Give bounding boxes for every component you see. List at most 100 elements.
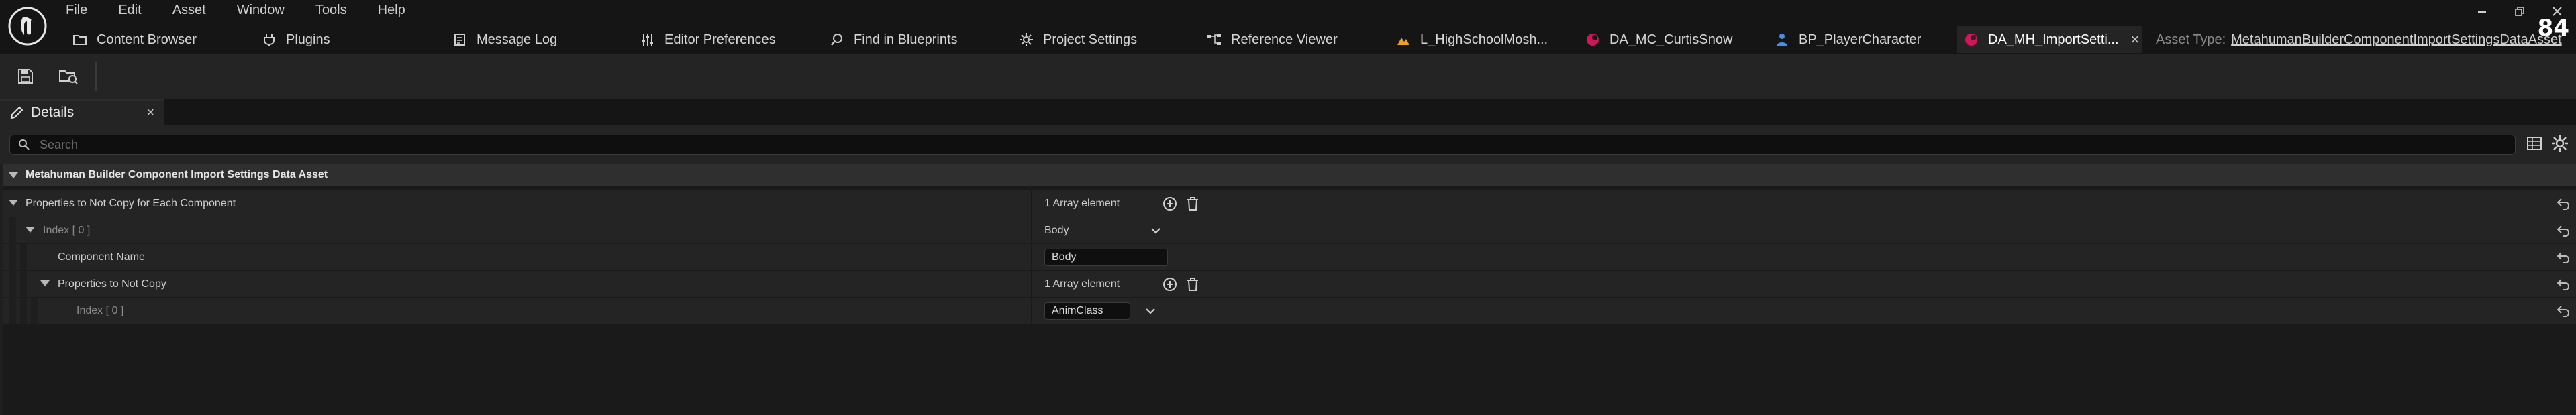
property-value: Body (1044, 244, 1168, 271)
tab-bp-playercharacter[interactable]: BP_PlayerCharacter (1775, 26, 1921, 53)
toolbar-separator (95, 62, 97, 91)
menu-file[interactable]: File (66, 3, 87, 18)
indent-guide (9, 298, 16, 324)
search-icon (831, 34, 842, 46)
gear-icon (1020, 33, 1033, 46)
property-matrix-icon[interactable] (2526, 135, 2542, 152)
minimize-button[interactable] (2463, 0, 2501, 23)
indent-guide (20, 298, 27, 324)
save-button[interactable] (12, 63, 39, 90)
tab-label: BP_PlayerCharacter (1799, 32, 1922, 47)
menu-asset[interactable]: Asset (172, 3, 206, 18)
expand-arrow-icon[interactable] (26, 227, 35, 233)
indent-guide (9, 271, 16, 298)
search-box (9, 135, 2516, 155)
main-menu: File Edit Asset Window Tools Help (66, 0, 436, 20)
gear-icon[interactable] (2550, 134, 2569, 153)
browse-to-asset-button[interactable] (55, 63, 82, 90)
reset-to-default-icon[interactable] (2556, 278, 2571, 291)
reset-to-default-icon[interactable] (2556, 197, 2571, 211)
details-tab-strip (0, 99, 2576, 125)
tab-find-in-blueprints[interactable]: Find in Blueprints (830, 26, 958, 53)
tab-label: Message Log (477, 32, 558, 47)
reset-to-default-icon[interactable] (2556, 224, 2571, 237)
expand-arrow-icon[interactable] (9, 200, 18, 206)
column-splitter[interactable] (1031, 244, 1032, 271)
tab-reference-viewer[interactable]: Reference Viewer (1207, 26, 1338, 53)
tab-message-log[interactable]: Message Log (452, 26, 557, 53)
log-icon (454, 34, 465, 46)
component-name-field[interactable]: Body (1044, 249, 1168, 266)
tab-level[interactable]: L_HighSchoolMosh... (1396, 26, 1548, 53)
tab-content-browser[interactable]: Content Browser (72, 26, 197, 53)
tab-da-mc-curtissnow[interactable]: DA_MC_CurtisSnow (1585, 26, 1732, 53)
search-input[interactable] (38, 137, 2457, 153)
details-search-row (0, 125, 2576, 164)
component-dropdown[interactable]: Body (1044, 217, 1161, 244)
menu-tools[interactable]: Tools (315, 3, 347, 18)
menu-help[interactable]: Help (378, 3, 405, 18)
property-row-component-name: Component Name Body (0, 244, 2576, 271)
expand-arrow-icon[interactable] (9, 172, 18, 178)
add-element-button[interactable] (1162, 196, 1177, 211)
details-tab[interactable]: Details × (0, 99, 164, 125)
search-icon (19, 139, 30, 150)
plug-icon (264, 34, 275, 46)
reset-to-default-icon[interactable] (2556, 304, 2571, 318)
restore-icon (2515, 7, 2524, 16)
minimize-icon (2478, 11, 2486, 13)
title-bar: File Edit Asset Window Tools Help 84 Con… (0, 0, 2576, 60)
indent-guide (20, 271, 27, 298)
column-splitter[interactable] (1031, 190, 1032, 217)
character-icon (1777, 34, 1787, 46)
details-title: Details (31, 105, 75, 120)
tab-label: Content Browser (97, 32, 197, 47)
pencil-icon (10, 106, 23, 119)
plus-circle-icon (1163, 197, 1177, 211)
column-splitter[interactable] (1031, 271, 1032, 298)
column-splitter[interactable] (1031, 217, 1032, 244)
indent-guide (20, 244, 27, 271)
property-value: 1 Array element (1044, 190, 1200, 217)
chevron-down-icon[interactable] (1145, 308, 1156, 314)
anim-class-field[interactable]: AnimClass (1044, 302, 1130, 320)
tab-da-mh-importsettings[interactable]: DA_MH_ImportSetti... × (1957, 26, 2142, 53)
property-label: Properties to Not Copy for Each Componen… (26, 198, 236, 209)
column-splitter[interactable] (1031, 298, 1032, 324)
tab-editor-preferences[interactable]: Editor Preferences (640, 26, 776, 53)
save-icon (18, 69, 33, 84)
trash-icon (1187, 197, 1199, 211)
tab-plugins[interactable]: Plugins (262, 26, 330, 53)
property-label: Index [ 0 ] (77, 305, 124, 316)
array-count: 1 Array element (1044, 198, 1120, 209)
panel-left-edge (0, 164, 3, 415)
menu-window[interactable]: Window (237, 3, 285, 18)
plus-circle-icon (1163, 278, 1177, 291)
close-details-icon[interactable]: × (146, 105, 154, 121)
empty-panel-area (0, 324, 2576, 415)
tab-label: DA_MH_ImportSetti... (1988, 32, 2119, 47)
reset-to-default-icon[interactable] (2556, 251, 2571, 264)
empty-array-button[interactable] (1185, 277, 1200, 292)
category-header[interactable]: Metahuman Builder Component Import Setti… (0, 164, 2576, 186)
tab-label: Project Settings (1043, 32, 1138, 47)
restore-button[interactable] (2501, 0, 2538, 23)
asset-type-label: Asset Type: MetahumanBuilderComponentImp… (2156, 26, 2562, 53)
details-property-panel: Metahuman Builder Component Import Setti… (0, 164, 2576, 415)
data-asset-icon (1587, 34, 1599, 46)
property-label: Component Name (58, 251, 145, 263)
expand-arrow-icon[interactable] (40, 280, 50, 286)
empty-array-button[interactable] (1185, 196, 1200, 211)
asset-type-link[interactable]: MetahumanBuilderComponentImportSettingsD… (2231, 32, 2561, 48)
tab-label: DA_MC_CurtisSnow (1609, 32, 1733, 47)
tab-label: Find in Blueprints (854, 32, 958, 47)
menu-edit[interactable]: Edit (118, 3, 141, 18)
indent-guide (9, 244, 16, 271)
tab-project-settings[interactable]: Project Settings (1019, 26, 1137, 53)
asset-toolbar (0, 54, 2576, 99)
property-label: Index [ 0 ] (43, 225, 91, 236)
category-label: Metahuman Builder Component Import Setti… (26, 169, 328, 180)
add-element-button[interactable] (1162, 277, 1177, 292)
close-tab-icon[interactable]: × (2131, 31, 2140, 48)
property-value: AnimClass (1044, 298, 1156, 324)
